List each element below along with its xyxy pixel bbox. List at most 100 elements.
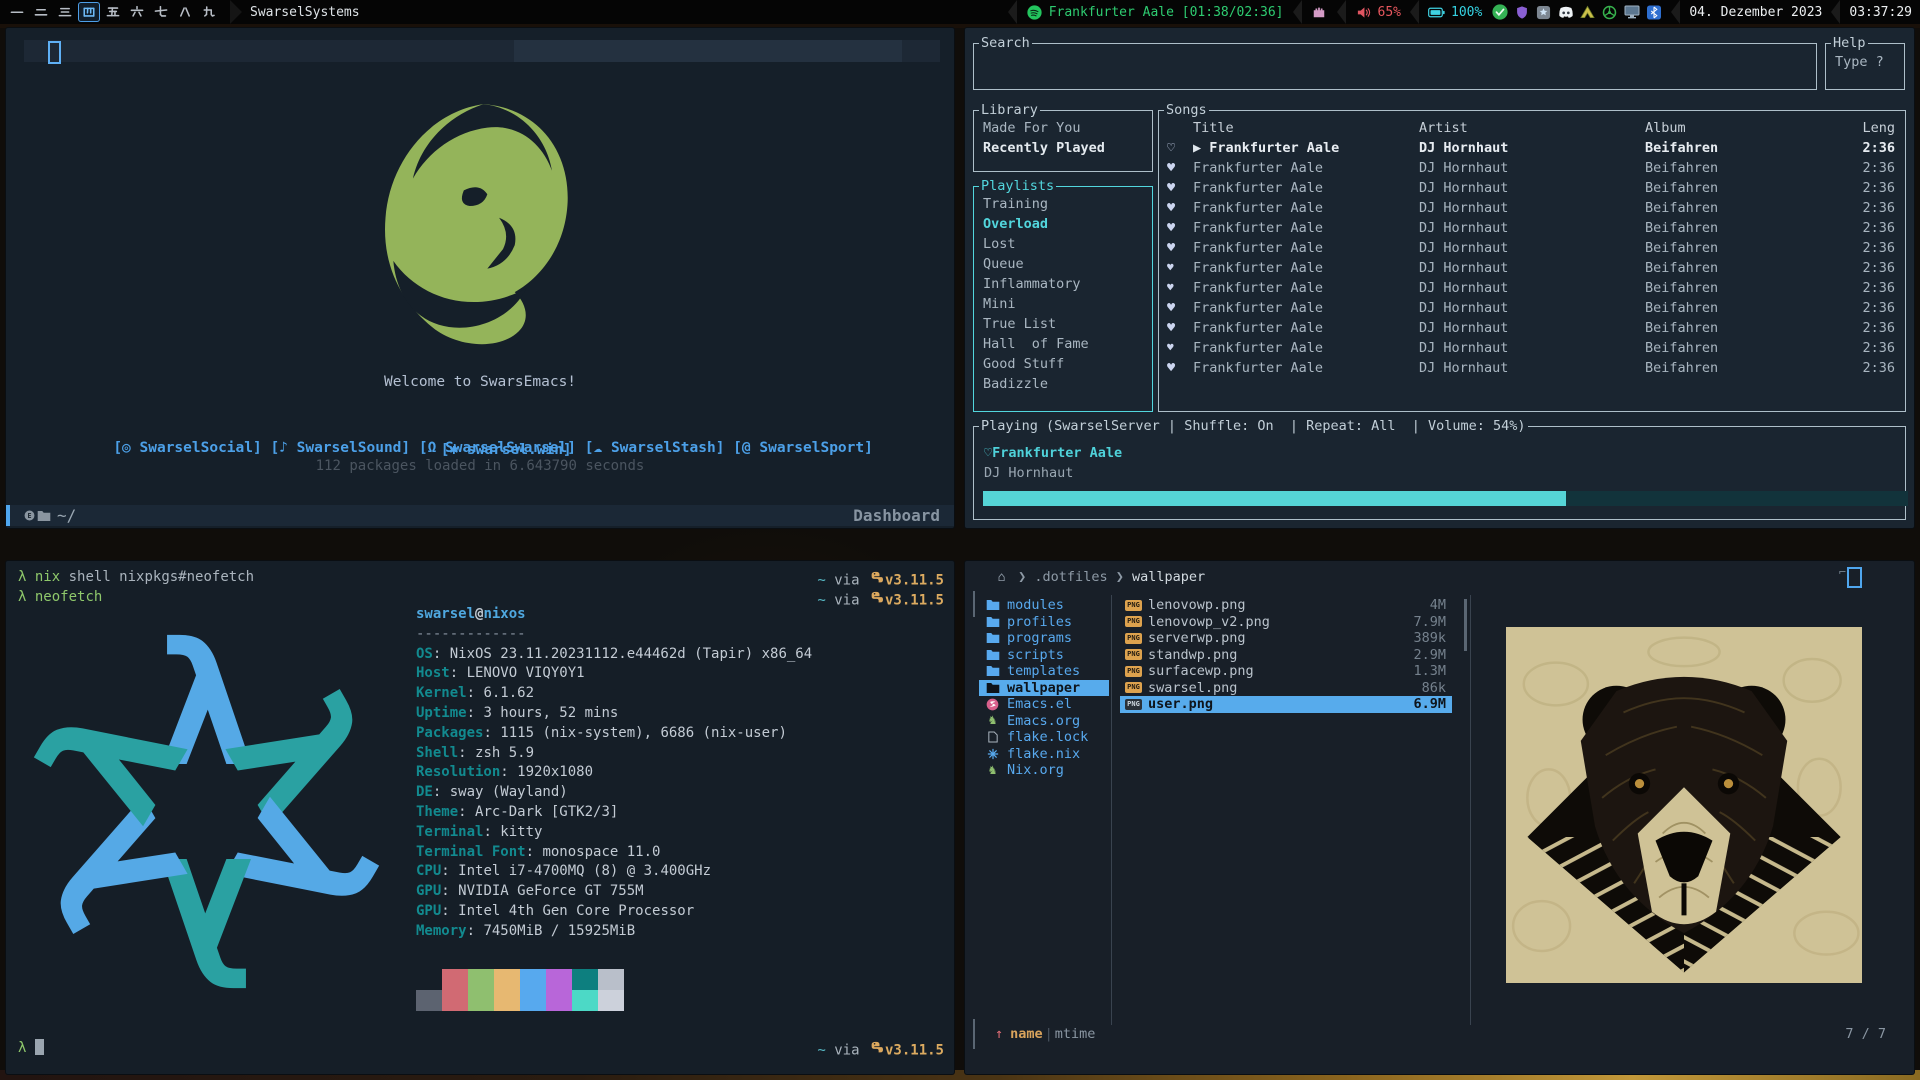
sort-direction-icon[interactable]: ↑ [995,1026,1003,1042]
file-entry[interactable]: PNG standwp.png 2.9M [1120,647,1452,664]
directory-entry[interactable]: wallpaper [979,680,1109,697]
help-hint: Type ? [1826,52,1904,72]
entry-name: lenovowp_v2.png [1148,614,1270,631]
favorite-heart-icon[interactable]: ♥ [1167,238,1193,258]
workspace-button[interactable] [30,2,52,22]
song-artist: DJ Hornhaut [1419,318,1645,338]
breadcrumb-part-current[interactable]: wallpaper [1132,569,1205,585]
sort-field[interactable]: name [1010,1026,1043,1042]
file-entry[interactable]: PNG user.png 6.9M [1120,696,1452,713]
emacs-file-icon [985,698,1000,711]
check-circle-icon[interactable] [1491,4,1508,21]
favorite-heart-icon[interactable]: ♥ [1167,338,1193,358]
tent-icon[interactable] [1579,4,1596,21]
favorite-heart-icon[interactable]: ♥ [1167,298,1193,318]
workspace-button[interactable] [126,2,148,22]
song-row[interactable]: ♥ Frankfurter Aale DJ Hornhaut Beifahren… [1159,338,1905,358]
bluetooth-icon[interactable] [1645,4,1662,21]
song-row[interactable]: ♥ Frankfurter Aale DJ Hornhaut Beifahren… [1159,358,1905,378]
song-title: Frankfurter Aale [1193,218,1419,238]
steam-icon[interactable] [1535,4,1552,21]
workspace-button[interactable] [54,2,76,22]
favorite-heart-icon[interactable]: ♥ [1167,318,1193,338]
now-playing-module[interactable]: Frankfurter Aale [01:38/02:36] [1026,4,1284,21]
song-artist: DJ Hornhaut [1419,298,1645,318]
playlist-item[interactable]: Good Stuff [974,354,1152,374]
sort-alt-field[interactable]: mtime [1055,1026,1096,1042]
directory-entry[interactable]: scripts [979,647,1109,664]
directory-entry[interactable]: ♞ Emacs.org [979,713,1109,730]
favorite-heart-icon[interactable]: ♥ [1167,158,1193,178]
playlist-item[interactable]: Badizzle [974,374,1152,394]
song-progress-bar[interactable] [983,491,1908,506]
file-entry[interactable]: PNG lenovowp_v2.png 7.9M [1120,614,1452,631]
swarsel-win-link[interactable]: [✱ swarsel.win] [441,442,572,458]
castle-icon[interactable] [1311,4,1328,21]
favorite-heart-icon[interactable]: ♥ [1167,278,1193,298]
song-row[interactable]: ♥ Frankfurter Aale DJ Hornhaut Beifahren… [1159,158,1905,178]
favorite-heart-icon[interactable]: ♥ [1167,218,1193,238]
shell-prompt[interactable]: λ [18,1039,44,1056]
playlist-item[interactable]: Inflammatory [974,274,1152,294]
directory-entry[interactable]: modules [979,597,1109,614]
song-row[interactable]: ♥ Frankfurter Aale DJ Hornhaut Beifahren… [1159,238,1905,258]
folder-icon [985,599,1000,611]
file-list-scrollbar[interactable] [1464,599,1467,651]
file-entry[interactable]: PNG lenovowp.png 4M [1120,597,1452,614]
library-item[interactable]: Recently Played [974,138,1152,158]
help-box-label: Help [1831,35,1868,51]
breadcrumb-part[interactable]: .dotfiles [1034,569,1107,585]
workspace-button[interactable] [102,2,124,22]
workspace-button[interactable] [198,2,220,22]
wheel-icon[interactable] [1601,4,1618,21]
song-row[interactable]: ♥ Frankfurter Aale DJ Hornhaut Beifahren… [1159,318,1905,338]
song-row[interactable]: ♥ Frankfurter Aale DJ Hornhaut Beifahren… [1159,218,1905,238]
directory-entry[interactable]: templates [979,663,1109,680]
playlist-item[interactable]: Mini [974,294,1152,314]
directory-entry[interactable]: flake.lock [979,729,1109,746]
song-row[interactable]: ♥ Frankfurter Aale DJ Hornhaut Beifahren… [1159,258,1905,278]
volume-module[interactable]: 65% [1355,4,1401,21]
song-row[interactable]: ♥ Frankfurter Aale DJ Hornhaut Beifahren… [1159,298,1905,318]
scrollbar[interactable] [973,591,975,617]
home-icon[interactable]: ⌂ [993,569,1010,586]
favorite-heart-icon[interactable]: ♥ [1167,258,1193,278]
playlist-item[interactable]: True List [974,314,1152,334]
workspace-button[interactable] [78,2,100,22]
directory-entry[interactable]: Emacs.el [979,696,1109,713]
search-box[interactable]: Search [973,43,1817,90]
monitor-icon[interactable] [1623,4,1640,21]
workspace-button[interactable] [6,2,28,22]
palette-swatch [520,969,546,990]
favorite-heart-icon[interactable]: ♥ [1167,358,1193,378]
library-item[interactable]: Made For You [974,118,1152,138]
song-length: 2:36 [1847,318,1897,338]
library-box-label: Library [979,102,1040,118]
favorite-heart-icon[interactable]: ♥ [1167,178,1193,198]
song-row[interactable]: ♡ ▶ Frankfurter Aale DJ Hornhaut Beifahr… [1159,138,1905,158]
playlist-item[interactable]: Lost [974,234,1152,254]
directory-entry[interactable]: programs [979,630,1109,647]
song-row[interactable]: ♥ Frankfurter Aale DJ Hornhaut Beifahren… [1159,278,1905,298]
workspace-button[interactable] [150,2,172,22]
playlist-item[interactable]: Queue [974,254,1152,274]
favorite-heart-icon[interactable]: ♡ [1167,138,1193,158]
directory-entry[interactable]: profiles [979,614,1109,631]
song-row[interactable]: ♥ Frankfurter Aale DJ Hornhaut Beifahren… [1159,178,1905,198]
workspace-button[interactable] [174,2,196,22]
terminal-window[interactable]: λ nix shell nixpkgs#neofetch λ neofetch … [6,561,954,1074]
file-entry[interactable]: PNG serverwp.png 389k [1120,630,1452,647]
battery-module[interactable]: 100% [1428,4,1482,21]
playlist-item[interactable]: Training [974,194,1152,214]
directory-entry[interactable]: ♞ Nix.org [979,762,1109,779]
file-entry[interactable]: PNG swarsel.png 86k [1120,680,1452,697]
directory-entry[interactable]: flake.nix [979,746,1109,763]
playlist-item[interactable]: Overload [974,214,1152,234]
song-row[interactable]: ♥ Frankfurter Aale DJ Hornhaut Beifahren… [1159,198,1905,218]
favorite-heart-icon[interactable]: ♡ [984,445,992,461]
shield-icon[interactable] [1513,4,1530,21]
favorite-heart-icon[interactable]: ♥ [1167,198,1193,218]
file-entry[interactable]: PNG surfacewp.png 1.3M [1120,663,1452,680]
playlist-item[interactable]: Hall of Fame [974,334,1152,354]
discord-icon[interactable] [1557,4,1574,21]
